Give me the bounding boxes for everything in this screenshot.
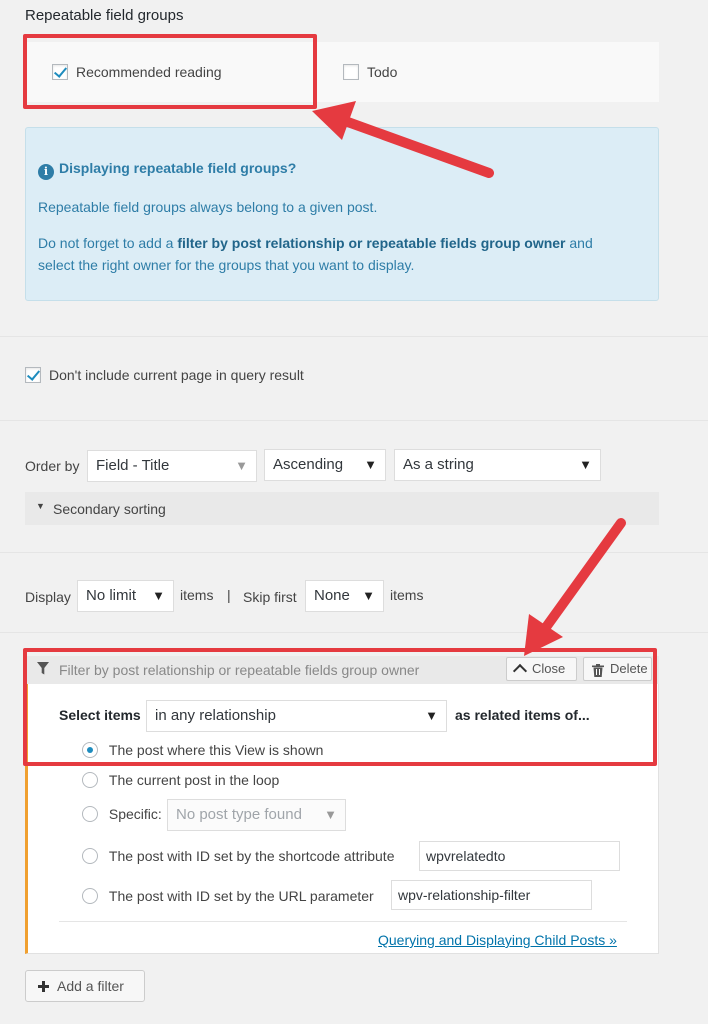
order-direction-select[interactable]: Ascending ▼ <box>264 449 386 481</box>
info-icon: i <box>38 164 54 180</box>
order-field-select[interactable]: Field - Title ▼ <box>87 450 257 482</box>
items-label: items <box>180 587 214 603</box>
order-field-value: Field - Title <box>96 457 170 474</box>
specific-post-type-select[interactable]: No post type found ▼ <box>167 799 346 831</box>
skip-first-value: None <box>314 587 350 604</box>
skip-first-select[interactable]: None ▼ <box>305 580 384 612</box>
display-limit-select[interactable]: No limit ▼ <box>77 580 174 612</box>
specific-placeholder: No post type found <box>176 806 302 823</box>
caret-down-icon: ▼ <box>235 458 248 473</box>
order-as-select[interactable]: As a string ▼ <box>394 449 601 481</box>
option-url-param-label: The post with ID set by the URL paramete… <box>108 888 374 905</box>
items-label: items <box>390 587 424 603</box>
option-url-param-radio[interactable] <box>82 888 98 905</box>
info-box: i Displaying repeatable field groups? Rep… <box>25 127 659 301</box>
secondary-sorting-toggle[interactable]: ▼ Secondary sorting <box>25 492 659 525</box>
help-link-child-posts[interactable]: Querying and Displaying Child Posts » <box>378 932 617 948</box>
option-current-post-radio[interactable] <box>82 772 98 789</box>
shortcode-attribute-input[interactable]: wpvrelatedto <box>419 841 620 871</box>
option-specific-label: Specific: <box>108 806 162 823</box>
option-current-post-label: The current post in the loop <box>108 772 280 789</box>
order-as-value: As a string <box>403 456 474 473</box>
option-shortcode-label: The post with ID set by the shortcode at… <box>108 848 395 865</box>
skip-first-label: Skip first <box>243 589 297 605</box>
caret-down-icon: ▼ <box>579 457 592 472</box>
option-specific[interactable]: Specific: <box>82 805 162 823</box>
display-limit-value: No limit <box>86 587 137 604</box>
order-direction-value: Ascending <box>273 456 344 473</box>
separator: | <box>227 587 231 603</box>
caret-down-icon: ▼ <box>362 588 375 603</box>
divider <box>0 336 708 337</box>
option-shortcode-attr[interactable]: The post with ID set by the shortcode at… <box>82 847 395 865</box>
option-current-post[interactable]: The current post in the loop <box>82 771 280 789</box>
divider <box>0 420 708 421</box>
group-option-todo[interactable]: Todo <box>343 63 398 81</box>
caret-down-icon: ▼ <box>364 457 377 472</box>
exclude-current-checkbox[interactable] <box>25 367 41 384</box>
url-parameter-input[interactable]: wpv-relationship-filter <box>391 880 592 910</box>
add-filter-label: Add a filter <box>57 978 124 994</box>
option-specific-radio[interactable] <box>82 806 98 823</box>
divider <box>59 921 627 922</box>
annotation-highlight-box <box>23 34 317 109</box>
info-title-text: Displaying repeatable field groups? <box>59 160 297 176</box>
divider <box>0 632 708 633</box>
divider <box>0 552 708 553</box>
secondary-sorting-label: Secondary sorting <box>53 501 166 517</box>
option-shortcode-radio[interactable] <box>82 848 98 865</box>
arrow-bottom <box>524 518 626 656</box>
todo-checkbox[interactable] <box>343 64 359 81</box>
caret-down-icon: ▼ <box>152 588 165 603</box>
option-url-param[interactable]: The post with ID set by the URL paramete… <box>82 887 374 905</box>
info-line-1: Repeatable field groups always belong to… <box>38 199 378 215</box>
caret-down-icon: ▼ <box>36 501 45 511</box>
info-title: i Displaying repeatable field groups? <box>38 160 296 180</box>
display-label: Display <box>25 589 71 605</box>
order-by-label: Order by <box>25 458 80 474</box>
add-filter-button[interactable]: Add a filter <box>25 970 145 1002</box>
info-line-2: Do not forget to add a filter by post re… <box>38 235 593 273</box>
todo-label: Todo <box>367 64 398 81</box>
annotation-highlight-box <box>23 648 657 766</box>
caret-down-icon: ▼ <box>324 807 337 822</box>
section-title: Repeatable field groups <box>25 7 184 24</box>
plus-icon <box>38 981 49 992</box>
exclude-current-option[interactable]: Don't include current page in query resu… <box>25 366 304 384</box>
exclude-current-label: Don't include current page in query resu… <box>49 367 304 384</box>
